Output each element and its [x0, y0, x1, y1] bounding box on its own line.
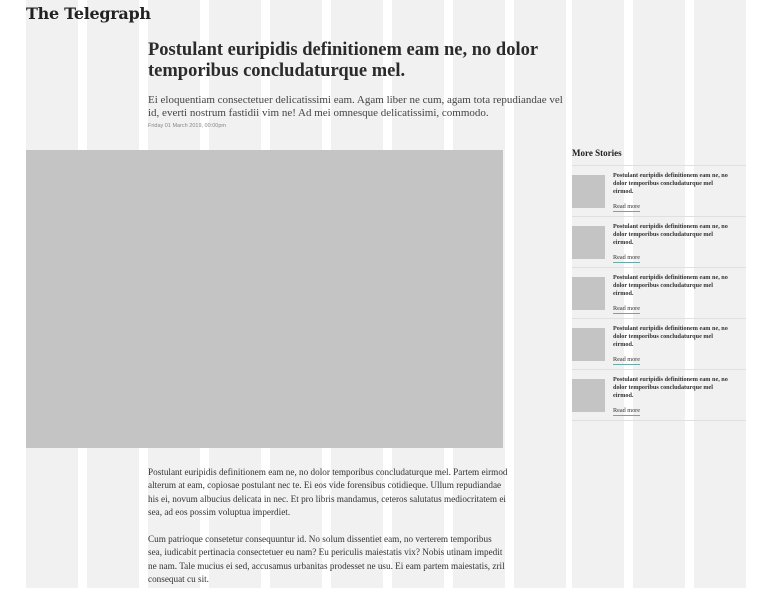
- story-text: Postulant euripidis definitionem eam ne,…: [613, 325, 733, 366]
- article-paragraph: Cum patrioque consetetur consequuntur id…: [148, 534, 505, 585]
- story-text: Postulant euripidis definitionem eam ne,…: [613, 223, 733, 264]
- article-standfirst: Ei eloquentiam consectetuer delicatissim…: [148, 94, 563, 119]
- read-more-link[interactable]: Read more: [613, 254, 640, 264]
- story-text: Postulant euripidis definitionem eam ne,…: [613, 376, 733, 417]
- story-item[interactable]: Postulant euripidis definitionem eam ne,…: [572, 268, 746, 319]
- story-thumbnail[interactable]: [572, 226, 605, 259]
- story-item[interactable]: Postulant euripidis definitionem eam ne,…: [572, 370, 746, 421]
- article-paragraph: Postulant euripidis definitionem eam ne,…: [148, 467, 508, 517]
- story-text: Postulant euripidis definitionem eam ne,…: [613, 274, 733, 315]
- read-more-link[interactable]: Read more: [613, 203, 640, 213]
- story-title[interactable]: Postulant euripidis definitionem eam ne,…: [613, 223, 733, 246]
- story-item[interactable]: Postulant euripidis definitionem eam ne,…: [572, 319, 746, 370]
- page-content: The Telegraph Postulant euripidis defini…: [0, 0, 770, 588]
- more-stories-title: More Stories: [572, 148, 746, 166]
- story-title[interactable]: Postulant euripidis definitionem eam ne,…: [613, 325, 733, 348]
- site-logo[interactable]: The Telegraph: [26, 4, 151, 23]
- story-thumbnail[interactable]: [572, 328, 605, 361]
- story-thumbnail[interactable]: [572, 379, 605, 412]
- story-item[interactable]: Postulant euripidis definitionem eam ne,…: [572, 217, 746, 268]
- hero-image-placeholder: [26, 150, 503, 448]
- read-more-link[interactable]: Read more: [613, 356, 640, 366]
- story-thumbnail[interactable]: [572, 277, 605, 310]
- more-stories-sidebar: More Stories Postulant euripidis definit…: [572, 148, 746, 421]
- read-more-link[interactable]: Read more: [613, 305, 640, 315]
- article-headline: Postulant euripidis definitionem eam ne,…: [148, 40, 538, 81]
- story-text: Postulant euripidis definitionem eam ne,…: [613, 172, 733, 213]
- story-title[interactable]: Postulant euripidis definitionem eam ne,…: [613, 274, 733, 297]
- story-title[interactable]: Postulant euripidis definitionem eam ne,…: [613, 376, 733, 399]
- article-body: Postulant euripidis definitionem eam ne,…: [148, 466, 508, 600]
- story-title[interactable]: Postulant euripidis definitionem eam ne,…: [613, 172, 733, 195]
- read-more-link[interactable]: Read more: [613, 407, 640, 417]
- story-item[interactable]: Postulant euripidis definitionem eam ne,…: [572, 166, 746, 217]
- story-thumbnail[interactable]: [572, 175, 605, 208]
- article-dateline: Friday 01 March 2019, 00:00pm: [148, 123, 226, 129]
